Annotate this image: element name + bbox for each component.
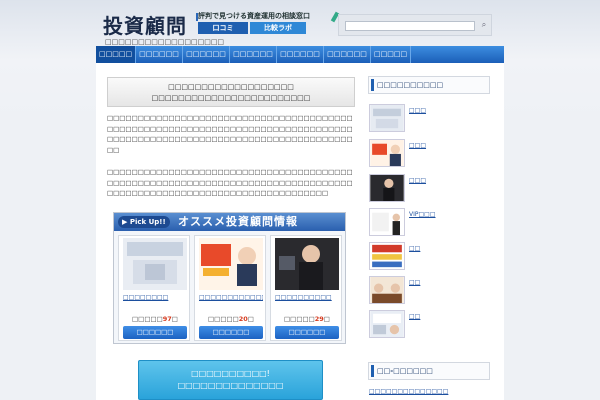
search-input[interactable] (345, 21, 475, 31)
sidebar-item-link[interactable]: □□ (409, 313, 420, 320)
sidebar-thumbnail[interactable] (369, 276, 405, 304)
nav-item-home[interactable]: □□□□□ (96, 46, 136, 63)
sidebar-heading-list: □□-□□□□□□ (368, 362, 490, 380)
card-name-link[interactable]: □□□□□□□□ (123, 294, 187, 302)
intro-paragraph: □□□□□□□□□□□□□□□□□□□□□□□□□□□□□□□□□□□□□□□□… (107, 114, 353, 154)
logo-tagline: 評判で見つける資産運用の相談窓口 (198, 12, 310, 20)
nav-item-3[interactable]: □□□□□□ (183, 46, 230, 63)
sidebar-item[interactable]: □□□ (369, 174, 499, 204)
card-rating: □□□□□20□ (199, 315, 263, 323)
sidebar-thumbnail[interactable] (369, 104, 405, 132)
sidebar-heading-ranking: □□□□□□□□□□ (368, 76, 490, 94)
card-thumbnail[interactable] (123, 238, 187, 290)
sidebar-item[interactable]: VIP□□□ (369, 208, 499, 238)
card-detail-button[interactable]: □□□□□□ (199, 326, 263, 339)
rating-number: 97 (162, 315, 172, 323)
rating-prefix: □□□□□ (208, 315, 239, 323)
card-detail-button[interactable]: □□□□□□ (123, 326, 187, 339)
sidebar-thumbnail[interactable] (369, 139, 405, 167)
sidebar-item-link[interactable]: □□□ (409, 107, 426, 114)
sidebar-item-link[interactable]: □□□ (409, 142, 426, 149)
sidebar-item-link[interactable]: □□□ (409, 177, 426, 184)
cta-line1: □□□□□□□□□□! (191, 369, 270, 378)
card-thumbnail[interactable] (275, 238, 339, 290)
pickup-title: オススメ投資顧問情報 (178, 215, 298, 228)
intro-paragraph-2: □□□□□□□□□□□□□□□□□□□□□□□□□□□□□□□□□□□□□□□□… (107, 168, 353, 197)
cta-button[interactable]: □□□□□□□□□□! □□□□□□□□□□□□□□ (138, 360, 323, 400)
card-rating: □□□□□97□ (123, 315, 187, 323)
page-title-line2: □□□□□□□□□□□□□□□□□□□□□□□□ (151, 94, 311, 102)
sidebar-thumbnail[interactable] (369, 208, 405, 236)
pickup-card: □□□□□□□□□□ □□□□□29□ □□□□□□ (270, 235, 342, 341)
sidebar-item[interactable]: □□ (369, 276, 499, 306)
sidebar-item-link[interactable]: □□ (409, 245, 420, 252)
sidebar-item-link[interactable]: VIP□□□ (409, 211, 436, 218)
search-form: ⌕ (338, 14, 492, 36)
sidebar-item[interactable]: □□□ (369, 139, 499, 169)
nav-item-4[interactable]: □□□□□□ (230, 46, 277, 63)
nav-item-6[interactable]: □□□□□□ (324, 46, 371, 63)
rating-prefix: □□□□□ (284, 315, 315, 323)
nav-item-7[interactable]: □□□□□ (371, 46, 411, 63)
rating-number: 20 (238, 315, 248, 323)
rating-suffix: □ (247, 315, 254, 323)
main-nav: □□□□□ □□□□□□ □□□□□□ □□□□□□ □□□□□□ □□□□□□… (96, 46, 504, 63)
sidebar-item[interactable]: □□ (369, 310, 499, 340)
nav-item-5[interactable]: □□□□□□ (277, 46, 324, 63)
pickup-panel: ▶ Pick Up!! オススメ投資顧問情報 □□□□□□□□ □□□□□97□… (113, 212, 346, 344)
sidebar-thumbnail[interactable] (369, 174, 405, 202)
rating-suffix: □ (323, 315, 330, 323)
page-title: □□□□□□□□□□□□□□□□□□□ □□□□□□□□□□□□□□□□□□□□… (107, 77, 355, 107)
sidebar-item-link[interactable]: □□ (409, 279, 420, 286)
search-icon[interactable]: ⌕ (479, 20, 489, 30)
sidebar-list-item[interactable]: □□□□□□□□□□□□□□ (369, 388, 448, 395)
nav-item-2[interactable]: □□□□□□ (136, 46, 183, 63)
sidebar-item[interactable]: □□ (369, 242, 499, 272)
pickup-card: □□□□□□□□ □□□□□97□ □□□□□□ (118, 235, 190, 341)
site-header: 投資顧問 評判で見つける資産運用の相談窓口 口コミ 比較ラボ □□□□□□□□□… (0, 0, 600, 46)
rating-suffix: □ (171, 315, 178, 323)
card-name-link[interactable]: □□□□□□□□□□ (275, 294, 339, 302)
card-thumbnail[interactable] (199, 238, 263, 290)
card-name-link[interactable]: □□□□□□□□□□□□ (199, 294, 263, 302)
pickup-card: □□□□□□□□□□□□ □□□□□20□ □□□□□□ (194, 235, 266, 341)
site-logo[interactable]: 投資顧問 (103, 10, 187, 39)
page-title-line1: □□□□□□□□□□□□□□□□□□□ (168, 83, 294, 91)
sidebar-thumbnail[interactable] (369, 310, 405, 338)
rating-number: 29 (314, 315, 324, 323)
card-rating: □□□□□29□ (275, 315, 339, 323)
logo-badge-reviews: 口コミ (198, 22, 248, 34)
sidebar-item[interactable]: □□□ (369, 104, 499, 134)
rating-prefix: □□□□□ (132, 315, 163, 323)
logo-badge-compare: 比較ラボ (250, 22, 306, 34)
pickup-label: ▶ Pick Up!! (118, 216, 170, 228)
card-detail-button[interactable]: □□□□□□ (275, 326, 339, 339)
site-subtitle: □□□□□□□□□□□□□□□□□□ (105, 38, 225, 46)
cta-line2: □□□□□□□□□□□□□□ (177, 381, 284, 390)
pickup-banner: ▶ Pick Up!! オススメ投資顧問情報 (114, 213, 345, 231)
sidebar-thumbnail[interactable] (369, 242, 405, 270)
